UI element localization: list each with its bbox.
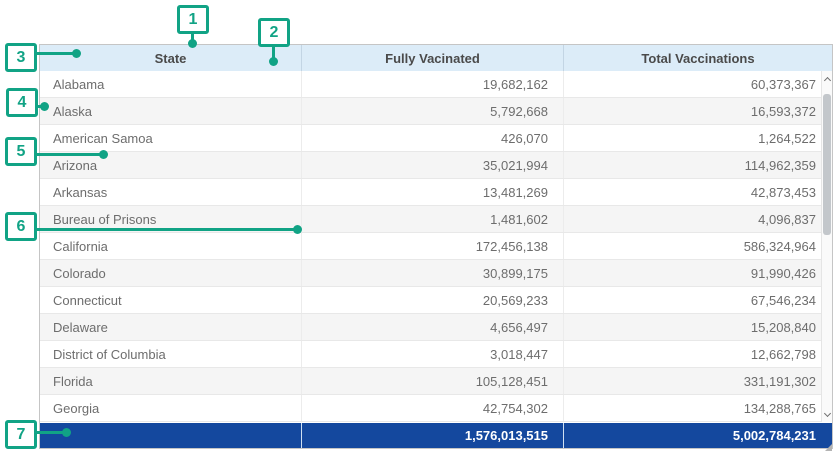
fully-vaccinated-cell: 5,792,668 bbox=[302, 98, 564, 124]
callout-7-dot bbox=[62, 428, 71, 437]
table-row[interactable]: Arkansas 13,481,269 42,873,453 bbox=[40, 179, 832, 206]
state-cell: American Samoa bbox=[40, 125, 302, 151]
column-header-state[interactable]: State bbox=[40, 45, 302, 71]
fully-vaccinated-cell: 3,018,447 bbox=[302, 341, 564, 367]
total-vaccinations-cell: 331,191,302 bbox=[564, 368, 832, 394]
summary-state-cell bbox=[40, 423, 302, 448]
total-vaccinations-cell: 67,546,234 bbox=[564, 287, 832, 313]
state-cell: Georgia bbox=[40, 395, 302, 421]
callout-6-line bbox=[36, 228, 296, 231]
callout-1-badge: 1 bbox=[177, 5, 209, 34]
chevron-up-icon bbox=[823, 76, 830, 83]
total-vaccinations-cell: 114,962,359 bbox=[564, 152, 832, 178]
state-cell: Colorado bbox=[40, 260, 302, 286]
vertical-scrollbar[interactable] bbox=[821, 71, 832, 422]
callout-2-badge: 2 bbox=[258, 18, 290, 47]
column-header-total-vaccinations[interactable]: Total Vaccinations bbox=[564, 45, 832, 71]
fully-vaccinated-cell: 42,754,302 bbox=[302, 395, 564, 421]
state-cell: District of Columbia bbox=[40, 341, 302, 367]
total-vaccinations-cell: 12,662,798 bbox=[564, 341, 832, 367]
total-vaccinations-cell: 91,990,426 bbox=[564, 260, 832, 286]
fully-vaccinated-cell: 30,899,175 bbox=[302, 260, 564, 286]
state-cell: Florida bbox=[40, 368, 302, 394]
table-row[interactable]: Alabama 19,682,162 60,373,367 bbox=[40, 71, 832, 98]
callout-6-dot bbox=[293, 225, 302, 234]
callout-3-badge: 3 bbox=[5, 43, 37, 72]
state-cell: Delaware bbox=[40, 314, 302, 340]
table-row[interactable]: California 172,456,138 586,324,964 bbox=[40, 233, 832, 260]
callout-5-dot bbox=[99, 150, 108, 159]
total-vaccinations-cell: 42,873,453 bbox=[564, 179, 832, 205]
scroll-down-button[interactable] bbox=[822, 407, 832, 421]
callout-4-dot bbox=[40, 102, 49, 111]
callout-7-line bbox=[36, 431, 65, 434]
fully-vaccinated-cell: 4,656,497 bbox=[302, 314, 564, 340]
total-vaccinations-cell: 15,208,840 bbox=[564, 314, 832, 340]
table-row[interactable]: Delaware 4,656,497 15,208,840 bbox=[40, 314, 832, 341]
callout-2-dot bbox=[269, 57, 278, 66]
callout-7-badge: 7 bbox=[5, 420, 37, 449]
callout-5-line bbox=[36, 153, 102, 156]
resize-grip-icon bbox=[825, 444, 832, 451]
fully-vaccinated-cell: 35,021,994 bbox=[302, 152, 564, 178]
summary-total-vaccinations-cell: 5,002,784,231 bbox=[564, 423, 832, 448]
table-header: State Fully Vacinated Total Vaccinations bbox=[40, 45, 832, 71]
state-cell: Alabama bbox=[40, 71, 302, 97]
summary-fully-vaccinated-cell: 1,576,013,515 bbox=[302, 423, 564, 448]
total-vaccinations-cell: 1,264,522 bbox=[564, 125, 832, 151]
table-row[interactable]: Georgia 42,754,302 134,288,765 bbox=[40, 395, 832, 422]
chevron-down-icon bbox=[823, 409, 830, 416]
scroll-up-button[interactable] bbox=[822, 72, 832, 86]
total-vaccinations-cell: 4,096,837 bbox=[564, 206, 832, 232]
total-vaccinations-cell: 60,373,367 bbox=[564, 71, 832, 97]
callout-1-dot bbox=[188, 39, 197, 48]
table-row[interactable]: American Samoa 426,070 1,264,522 bbox=[40, 125, 832, 152]
callout-3-line bbox=[36, 52, 74, 55]
state-cell: California bbox=[40, 233, 302, 259]
table-row[interactable]: Florida 105,128,451 331,191,302 bbox=[40, 368, 832, 395]
fully-vaccinated-cell: 19,682,162 bbox=[302, 71, 564, 97]
table-row[interactable]: Colorado 30,899,175 91,990,426 bbox=[40, 260, 832, 287]
scrollbar-thumb[interactable] bbox=[823, 94, 831, 235]
table-row[interactable]: District of Columbia 3,018,447 12,662,79… bbox=[40, 341, 832, 368]
state-cell: Connecticut bbox=[40, 287, 302, 313]
summary-row: 1,576,013,515 5,002,784,231 bbox=[40, 423, 832, 448]
fully-vaccinated-cell: 20,569,233 bbox=[302, 287, 564, 313]
callout-3-dot bbox=[72, 49, 81, 58]
state-cell: Alaska bbox=[40, 98, 302, 124]
fully-vaccinated-cell: 172,456,138 bbox=[302, 233, 564, 259]
callout-4-badge: 4 bbox=[6, 88, 38, 117]
total-vaccinations-cell: 586,324,964 bbox=[564, 233, 832, 259]
fully-vaccinated-cell: 105,128,451 bbox=[302, 368, 564, 394]
callout-5-badge: 5 bbox=[5, 137, 37, 166]
fully-vaccinated-cell: 426,070 bbox=[302, 125, 564, 151]
callout-6-badge: 6 bbox=[5, 212, 37, 241]
table-row[interactable]: Connecticut 20,569,233 67,546,234 bbox=[40, 287, 832, 314]
state-cell: Arkansas bbox=[40, 179, 302, 205]
table-body: Alabama 19,682,162 60,373,367 Alaska 5,7… bbox=[40, 71, 832, 422]
total-vaccinations-cell: 16,593,372 bbox=[564, 98, 832, 124]
table-row[interactable]: Alaska 5,792,668 16,593,372 bbox=[40, 98, 832, 125]
fully-vaccinated-cell: 13,481,269 bbox=[302, 179, 564, 205]
total-vaccinations-cell: 134,288,765 bbox=[564, 395, 832, 421]
fully-vaccinated-cell: 1,481,602 bbox=[302, 206, 564, 232]
table-row[interactable]: Arizona 35,021,994 114,962,359 bbox=[40, 152, 832, 179]
column-header-fully-vaccinated[interactable]: Fully Vacinated bbox=[302, 45, 564, 71]
vaccination-table: State Fully Vacinated Total Vaccinations… bbox=[39, 44, 833, 449]
